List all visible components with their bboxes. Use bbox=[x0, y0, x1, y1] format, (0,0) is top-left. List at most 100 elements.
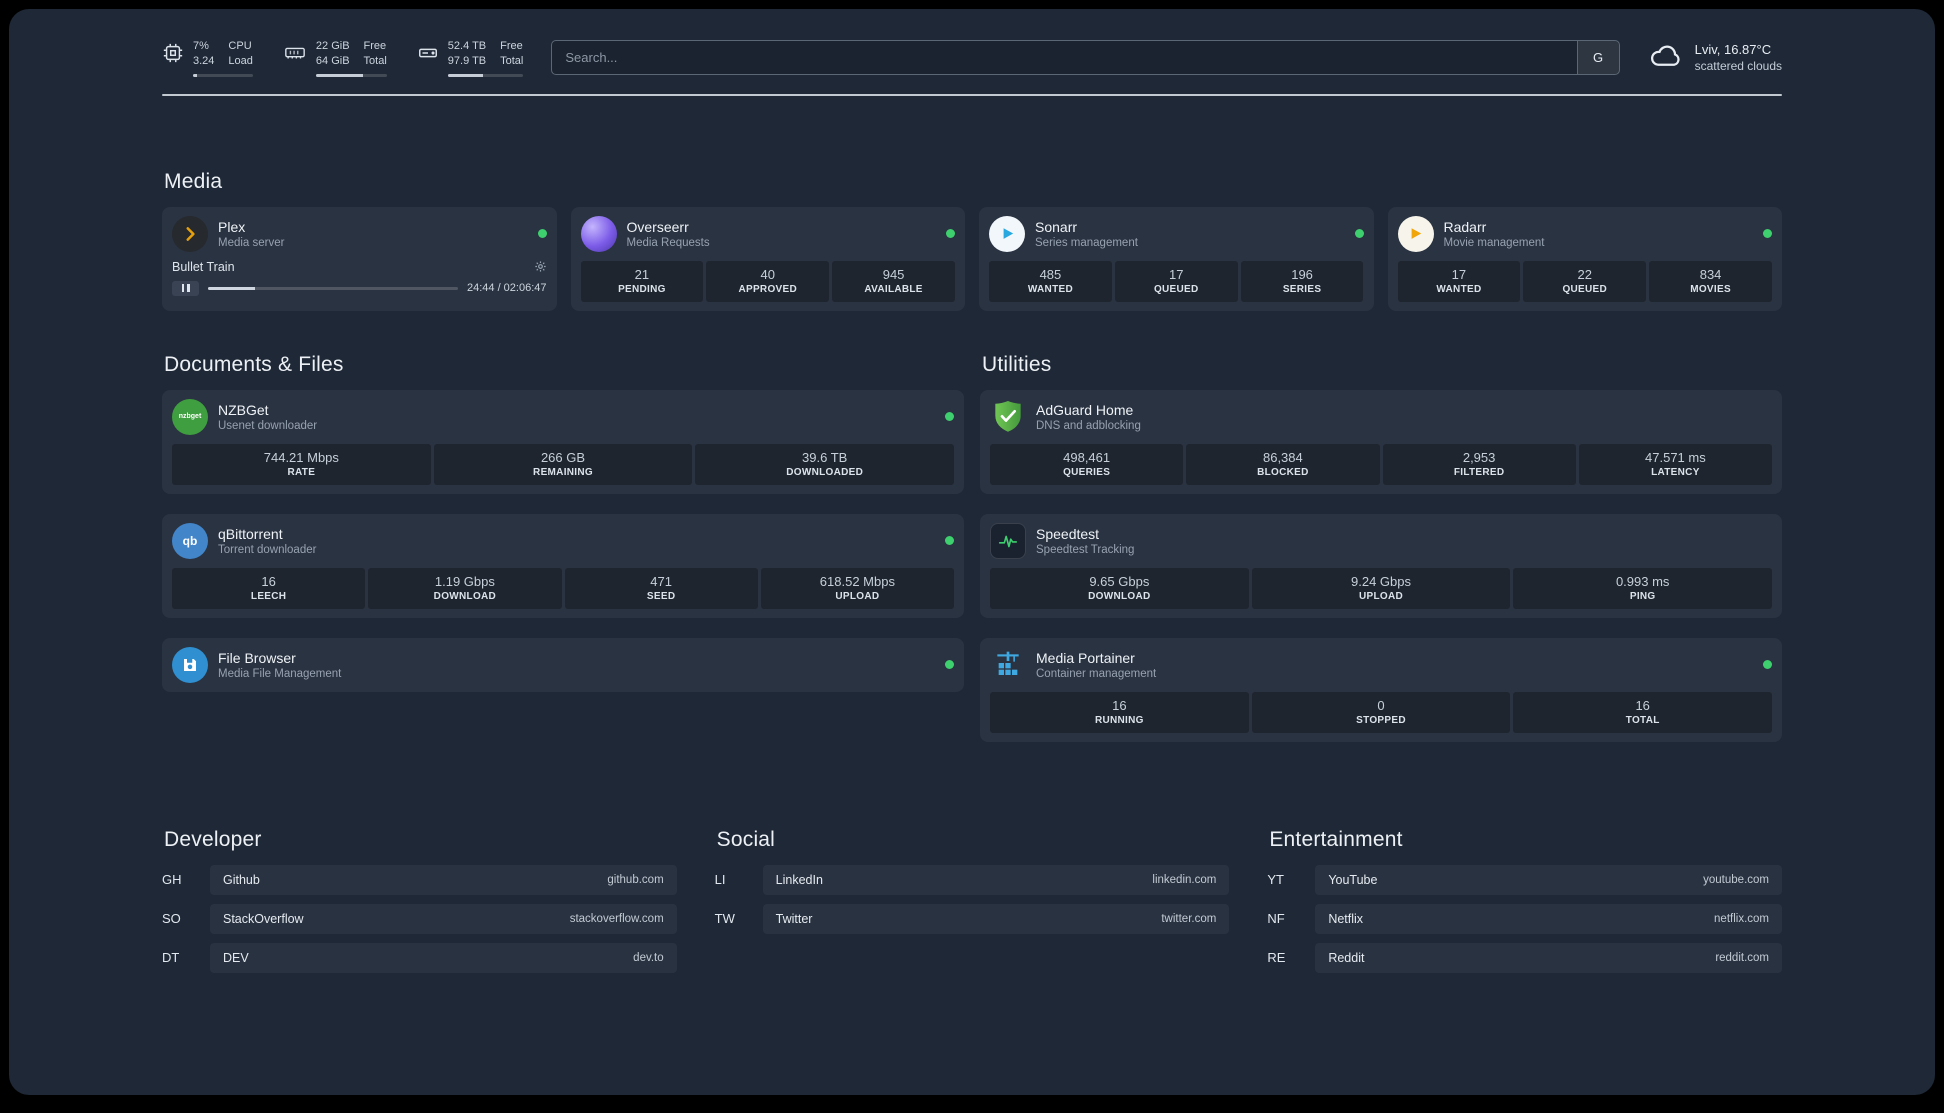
stat-block: 266 GB REMAINING bbox=[433, 443, 693, 485]
service-desc: Movie management bbox=[1443, 236, 1545, 249]
service-card-speedtest[interactable]: Speedtest Speedtest Tracking 9.65 Gbps D… bbox=[980, 513, 1782, 618]
service-card-qbittorrent[interactable]: qb qBittorrent Torrent downloader 16 LEE… bbox=[162, 513, 964, 618]
bookmark-reddit[interactable]: RE Reddit reddit.com bbox=[1267, 942, 1782, 973]
plex-now-playing: Bullet Train 24:44 / 02:06:47 bbox=[172, 260, 547, 296]
memory-icon bbox=[283, 42, 307, 69]
status-dot bbox=[945, 536, 954, 546]
group-title-media: Media bbox=[164, 169, 223, 193]
stat-block: 16 LEECH bbox=[172, 567, 366, 609]
adguard-icon bbox=[990, 399, 1026, 435]
bookmark-domain: linkedin.com bbox=[1152, 873, 1217, 886]
stat-block: 485 WANTED bbox=[989, 260, 1112, 302]
service-card-overseerr[interactable]: Overseerr Media Requests 21 PENDING 40 A… bbox=[570, 206, 965, 311]
bookmark-dev[interactable]: DT DEV dev.to bbox=[162, 942, 677, 973]
service-card-nzbget[interactable]: nzbget NZBGet Usenet downloader 744.21 M… bbox=[162, 389, 964, 494]
bookmark-linkedin[interactable]: LI LinkedIn linkedin.com bbox=[715, 864, 1230, 895]
search-input[interactable] bbox=[552, 41, 1577, 75]
disk-usage-bar bbox=[447, 73, 524, 77]
disk-labels: Free Total bbox=[500, 40, 524, 67]
service-name: Radarr bbox=[1443, 218, 1487, 235]
service-card-filebrowser[interactable]: File Browser Media File Management bbox=[162, 637, 964, 692]
memory-values: 22 GiB 64 GiB bbox=[315, 40, 350, 67]
bookmark-group-social: Social LI LinkedIn linkedin.com TW Twitt… bbox=[715, 828, 1230, 982]
bookmark-youtube[interactable]: YT YouTube youtube.com bbox=[1267, 864, 1782, 895]
bookmark-abbr: RE bbox=[1267, 950, 1286, 966]
service-desc: Series management bbox=[1035, 236, 1138, 249]
memory-usage-bar bbox=[315, 73, 387, 77]
topbar: 7% 3.24 CPU Load 22 GiB 64 GiB Free Tota… bbox=[162, 9, 1782, 77]
stat-block: 618.52 Mbps UPLOAD bbox=[760, 567, 954, 609]
sonarr-icon bbox=[989, 215, 1025, 252]
service-name: AdGuard Home bbox=[1036, 401, 1134, 418]
bookmark-abbr: NF bbox=[1267, 911, 1285, 927]
bookmark-abbr: SO bbox=[162, 911, 181, 927]
group-title-social: Social bbox=[716, 827, 776, 851]
service-name: Media Portainer bbox=[1036, 649, 1135, 666]
stat-block: 47.571 ms LATENCY bbox=[1578, 443, 1772, 485]
stat-block: 40 APPROVED bbox=[706, 260, 830, 302]
stat-block: 17 WANTED bbox=[1397, 260, 1521, 302]
bookmark-abbr: TW bbox=[714, 911, 735, 927]
stat-block: 2,953 FILTERED bbox=[1382, 443, 1576, 485]
service-card-plex[interactable]: Plex Media server Bullet Train 24:44 / 0… bbox=[162, 206, 557, 311]
search-provider-button[interactable]: G bbox=[1576, 41, 1619, 75]
topbar-divider bbox=[162, 93, 1782, 96]
service-name: qBittorrent bbox=[218, 525, 283, 542]
bookmark-name: Reddit bbox=[1328, 950, 1365, 965]
group-title-documents: Documents & Files bbox=[164, 352, 344, 376]
bookmark-netflix[interactable]: NF Netflix netflix.com bbox=[1267, 903, 1782, 934]
memory-widget: 22 GiB 64 GiB Free Total bbox=[283, 39, 387, 77]
memory-labels: Free Total bbox=[363, 40, 387, 67]
stat-block: 471 SEED bbox=[564, 567, 758, 609]
gear-icon[interactable] bbox=[534, 260, 547, 273]
service-card-radarr[interactable]: Radarr Movie management 17 WANTED 22 QUE… bbox=[1387, 206, 1782, 311]
service-card-sonarr[interactable]: Sonarr Series management 485 WANTED 17 Q… bbox=[979, 206, 1374, 311]
cloud-icon bbox=[1648, 40, 1684, 75]
stat-block: 1.19 Gbps DOWNLOAD bbox=[368, 567, 562, 609]
stat-block: 17 QUEUED bbox=[1114, 260, 1238, 302]
dashboard: 7% 3.24 CPU Load 22 GiB 64 GiB Free Tota… bbox=[9, 9, 1935, 1095]
bookmark-domain: reddit.com bbox=[1715, 951, 1769, 964]
status-dot bbox=[945, 412, 954, 422]
bookmark-name: Github bbox=[223, 872, 260, 887]
bookmark-stackoverflow[interactable]: SO StackOverflow stackoverflow.com bbox=[162, 903, 677, 934]
resource-widgets: 7% 3.24 CPU Load 22 GiB 64 GiB Free Tota… bbox=[162, 39, 524, 77]
bookmark-github[interactable]: GH Github github.com bbox=[162, 864, 677, 895]
cpu-labels: CPU Load bbox=[228, 40, 253, 67]
service-card-portainer[interactable]: Media Portainer Container management 16 … bbox=[980, 637, 1782, 742]
service-desc: Torrent downloader bbox=[218, 543, 317, 556]
group-title-utilities: Utilities bbox=[982, 352, 1052, 376]
service-desc: Media Requests bbox=[626, 236, 710, 249]
stat-block: 86,384 BLOCKED bbox=[1186, 443, 1380, 485]
now-playing-title: Bullet Train bbox=[172, 259, 235, 274]
status-dot bbox=[945, 660, 954, 670]
bookmark-twitter[interactable]: TW Twitter twitter.com bbox=[714, 903, 1230, 934]
cpu-icon bbox=[162, 42, 184, 69]
bookmark-abbr: GH bbox=[162, 872, 182, 888]
weather-location: Lviv, 16.87°C bbox=[1694, 42, 1772, 58]
stat-block: 0.993 ms PING bbox=[1513, 567, 1773, 609]
service-name: Speedtest bbox=[1036, 525, 1100, 542]
playback-time: 24:44 / 02:06:47 bbox=[466, 282, 547, 295]
pause-button[interactable] bbox=[172, 280, 199, 296]
group-documents: Documents & Files nzbget NZBGet Usenet d… bbox=[162, 353, 964, 742]
weather-condition: scattered clouds bbox=[1694, 59, 1782, 74]
playback-progress-bar[interactable] bbox=[208, 286, 458, 290]
stat-block: 834 MOVIES bbox=[1649, 260, 1772, 302]
service-card-adguard[interactable]: AdGuard Home DNS and adblocking 498,461 … bbox=[980, 389, 1782, 494]
status-dot bbox=[946, 229, 955, 239]
cpu-usage-bar bbox=[193, 73, 253, 77]
status-dot bbox=[1763, 660, 1772, 670]
search-bar: G bbox=[551, 40, 1620, 76]
status-dot bbox=[1354, 229, 1364, 239]
stat-block: 498,461 QUERIES bbox=[990, 443, 1184, 485]
filebrowser-icon bbox=[172, 646, 208, 683]
cpu-widget: 7% 3.24 CPU Load bbox=[162, 39, 253, 77]
stat-block: 9.65 Gbps DOWNLOAD bbox=[990, 567, 1249, 609]
bookmark-domain: stackoverflow.com bbox=[569, 912, 664, 925]
bookmark-name: Netflix bbox=[1328, 911, 1364, 926]
disk-values: 52.4 TB 97.9 TB bbox=[447, 40, 487, 67]
qbittorrent-icon: qb bbox=[172, 522, 208, 559]
bookmark-domain: github.com bbox=[607, 873, 664, 886]
bookmark-name: YouTube bbox=[1328, 872, 1378, 887]
